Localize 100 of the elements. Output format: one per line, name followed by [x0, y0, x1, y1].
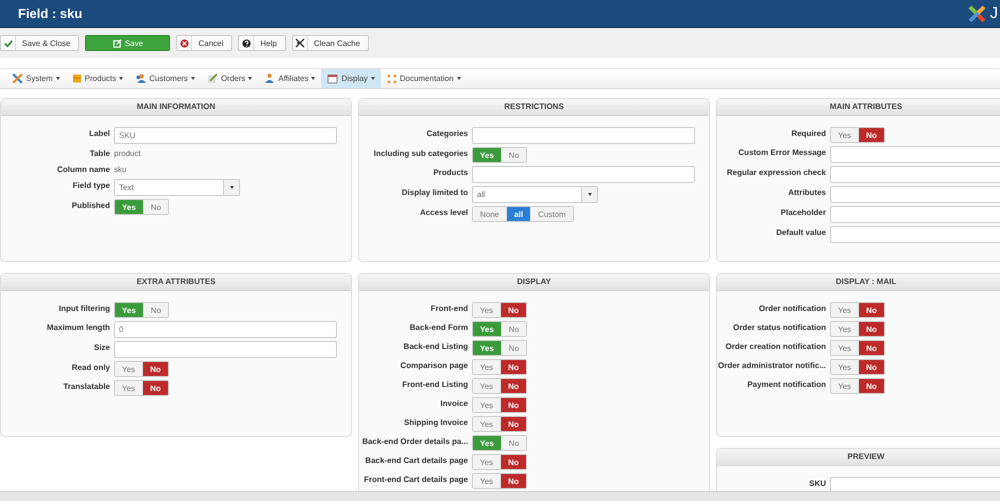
users-icon	[135, 73, 146, 84]
input-field[interactable]	[830, 186, 1000, 203]
input-field[interactable]	[830, 226, 1000, 243]
field-label: Access level	[418, 207, 468, 217]
input-field[interactable]	[830, 146, 1000, 163]
toggle-option[interactable]: No	[501, 303, 526, 317]
toggle-option[interactable]: No	[502, 148, 526, 162]
toggle-option[interactable]: No	[859, 128, 884, 142]
toggle-option[interactable]: Yes	[473, 474, 502, 488]
toggle-option[interactable]: No	[144, 303, 168, 317]
toggle-option[interactable]: Yes	[831, 341, 860, 355]
input-field[interactable]	[830, 166, 1000, 183]
input-field[interactable]	[472, 127, 695, 144]
field-label: Payment notification	[746, 379, 826, 389]
toggle-option[interactable]: No	[859, 341, 884, 355]
menu-label: Orders	[220, 74, 246, 83]
menu-item[interactable]: Affiliates	[258, 69, 322, 88]
toggle-option[interactable]: Custom	[531, 207, 573, 221]
toggle-option[interactable]: Yes	[831, 303, 860, 317]
toggle-option[interactable]: No	[501, 398, 526, 412]
panel-title: DISPLAY	[359, 274, 709, 291]
logo-icon	[967, 4, 987, 24]
input-field[interactable]: SKU	[114, 127, 337, 144]
caret-icon	[190, 77, 195, 80]
caret-icon	[119, 77, 124, 80]
menu-label: Products	[84, 74, 116, 83]
field-label: Front-end	[430, 303, 468, 313]
field-label: Including sub categories	[372, 148, 468, 158]
field-label: Input filtering	[58, 303, 110, 313]
menu-item[interactable]: Display	[321, 69, 381, 88]
menu-label: System	[26, 74, 53, 83]
panel-title: DISPLAY : MAIL	[717, 274, 1000, 291]
toggle-option[interactable]: No	[502, 341, 526, 355]
page-title: Field : sku	[18, 6, 84, 21]
caret-icon	[456, 77, 461, 80]
toggle-option[interactable]: No	[502, 322, 526, 336]
toggle-option[interactable]: No	[501, 474, 526, 488]
input-field[interactable]	[114, 341, 337, 358]
toggle-option[interactable]: Yes	[115, 362, 144, 376]
toggle-option[interactable]: No	[859, 379, 884, 393]
toggle-option[interactable]: Yes	[473, 379, 502, 393]
toggle-option[interactable]: Yes	[115, 200, 144, 214]
caret-icon	[56, 77, 60, 80]
toggle-option[interactable]: Yes	[473, 322, 502, 336]
toggle-option[interactable]: No	[859, 360, 884, 374]
toggle-option[interactable]: Yes	[473, 303, 502, 317]
toggle-option[interactable]: Yes	[473, 148, 502, 162]
toggle-option[interactable]: No	[143, 381, 168, 395]
toggle-option[interactable]: Yes	[473, 398, 502, 412]
toolbar-button[interactable]: Save	[85, 35, 170, 51]
field-label: Shipping Invoice	[402, 417, 468, 427]
field-label: Order creation notification	[724, 341, 826, 351]
menu-item[interactable]: Customers	[129, 69, 201, 88]
menu-item[interactable]: Documentation	[380, 69, 467, 88]
toggle-option[interactable]: Yes	[473, 360, 502, 374]
field-label: Required	[790, 128, 826, 138]
select-field[interactable]: Text	[114, 179, 240, 196]
toggle-option[interactable]: Yes	[831, 360, 860, 374]
toggle-option[interactable]: No	[143, 362, 168, 376]
toggle-option[interactable]: No	[859, 303, 884, 317]
toggle-option[interactable]: all	[507, 207, 532, 221]
select-field[interactable]: all	[472, 186, 598, 203]
toggle-option[interactable]: No	[501, 417, 526, 431]
input-field[interactable]	[472, 166, 695, 183]
caret-icon	[311, 77, 316, 80]
tools-icon	[12, 73, 23, 84]
toolbar-button[interactable]: Cancel	[176, 35, 232, 51]
toggle-option[interactable]: Yes	[115, 303, 144, 317]
field-label: Size	[92, 342, 110, 352]
field-label: Order notification	[758, 303, 826, 313]
field-label: Translatable	[62, 381, 110, 391]
menu-item[interactable]: Orders	[200, 69, 258, 88]
toolbar-button[interactable]: Save & Close	[0, 35, 80, 51]
toolbar-button[interactable]: Clean Cache	[292, 35, 370, 51]
toggle-option[interactable]: No	[501, 379, 526, 393]
field-label: Custom Error Message	[737, 147, 826, 157]
toggle-option[interactable]: Yes	[831, 379, 860, 393]
input-field[interactable]: 0	[114, 321, 337, 338]
window-icon	[327, 74, 338, 84]
box-icon	[72, 73, 82, 84]
field-label: Published	[70, 200, 110, 210]
toolbar-button[interactable]: Help	[238, 35, 286, 51]
input-field[interactable]	[830, 206, 1000, 223]
pencil-icon	[206, 73, 218, 84]
menu-item[interactable]: System	[6, 69, 66, 88]
toggle-option[interactable]: Yes	[831, 128, 860, 142]
toggle-option[interactable]: Yes	[473, 341, 502, 355]
toggle-option[interactable]: No	[501, 360, 526, 374]
toggle-option[interactable]: Yes	[473, 436, 502, 450]
panel-title: MAIN ATTRIBUTES	[717, 99, 1000, 116]
toggle-option[interactable]: No	[501, 455, 526, 469]
toggle-option[interactable]: No	[144, 200, 168, 214]
toggle-option[interactable]: No	[502, 436, 526, 450]
toggle-option[interactable]: No	[859, 322, 884, 336]
toggle-option[interactable]: Yes	[473, 417, 502, 431]
toggle-option[interactable]: None	[473, 207, 508, 221]
menu-item[interactable]: Products	[66, 69, 130, 88]
toggle-option[interactable]: Yes	[831, 322, 860, 336]
toggle-option[interactable]: Yes	[473, 455, 502, 469]
toggle-option[interactable]: Yes	[115, 381, 144, 395]
